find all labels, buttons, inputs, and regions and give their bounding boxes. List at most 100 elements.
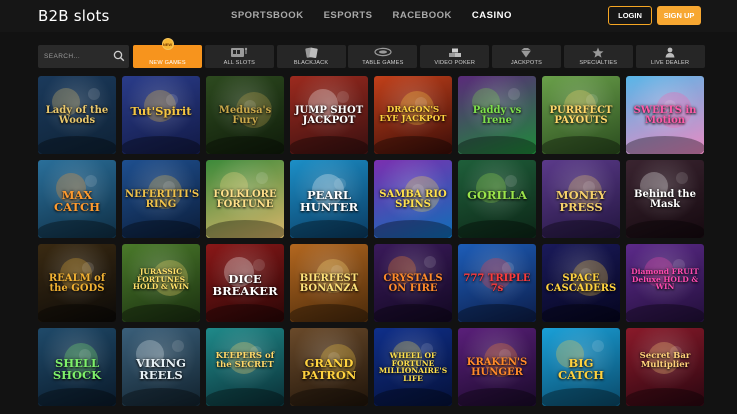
game-title: DICE BREAKER <box>212 272 278 298</box>
game-title: FOLKLORE FORTUNE <box>213 189 277 210</box>
category-label: NEW GAMES <box>149 60 186 66</box>
search-box <box>38 45 129 68</box>
category-jackpots[interactable]: JACKPOTS <box>491 45 561 68</box>
chips-icon <box>448 48 461 57</box>
game-tile[interactable]: VIKING REELS <box>122 328 200 406</box>
category-blackjack[interactable]: BLACKJACK <box>276 45 346 68</box>
game-tile[interactable]: Paddy vs Irene <box>458 76 536 154</box>
category-label: VIDEO POKER <box>434 60 476 66</box>
game-tile[interactable]: SAMBA RIO SPINS <box>374 160 452 238</box>
game-tile[interactable]: MONEY PRESS <box>542 160 620 238</box>
search-icon[interactable] <box>113 50 125 62</box>
category-label: ALL SLOTS <box>223 60 256 66</box>
game-tile[interactable]: FOLKLORE FORTUNE <box>206 160 284 238</box>
game-title: VIKING REELS <box>135 356 186 382</box>
slot-machine-icon <box>231 47 248 57</box>
game-tile[interactable]: PEARL HUNTER <box>290 160 368 238</box>
signup-button[interactable]: SIGN UP <box>657 6 701 25</box>
game-title: KRAKEN'S HUNGER <box>466 357 528 378</box>
game-tile[interactable]: PURRFECT PAYOUTS <box>542 76 620 154</box>
game-tile[interactable]: 777 TRIPLE 7s <box>458 244 536 322</box>
category-label: TABLE GAMES <box>362 60 404 66</box>
game-tile[interactable]: MAX CATCH <box>38 160 116 238</box>
game-title: REALM of the GODS <box>48 273 106 294</box>
game-title: Tut'Spirit <box>130 104 192 118</box>
game-title: PURRFECT PAYOUTS <box>549 105 613 126</box>
game-title: Paddy vs Irene <box>472 105 522 126</box>
game-tile[interactable]: KRAKEN'S HUNGER <box>458 328 536 406</box>
category-video-poker[interactable]: VIDEO POKER <box>420 45 490 68</box>
category-bar: NEW NEW GAMES ALL SLOTS BLACKJACK TABLE … <box>133 38 707 68</box>
category-label: BLACKJACK <box>293 60 329 66</box>
game-tile[interactable]: BIG CATCH <box>542 328 620 406</box>
game-title: JUMP SHOT JACKPOT <box>294 105 364 126</box>
nav-esports[interactable]: ESPORTS <box>324 10 373 21</box>
game-title: SAMBA RIO SPINS <box>379 189 447 210</box>
game-title: 777 TRIPLE 7s <box>463 273 531 294</box>
game-title: GRAND PATRON <box>301 356 357 382</box>
login-button[interactable]: LOGIN <box>608 6 652 25</box>
game-title: Diamond FRUIT Deluxe HOLD & WIN <box>631 267 699 291</box>
new-badge-icon: NEW <box>161 38 174 50</box>
game-tile[interactable]: DRAGON'S EYE JACKPOT <box>374 76 452 154</box>
category-label: JACKPOTS <box>510 60 543 66</box>
game-title: Secret Bar Multiplier <box>639 351 691 370</box>
game-tile[interactable]: Diamond FRUIT Deluxe HOLD & WIN <box>626 244 704 322</box>
game-tile[interactable]: Medusa's Fury <box>206 76 284 154</box>
category-label: SPECIALTIES <box>579 60 618 66</box>
game-title: BIG CATCH <box>557 356 605 382</box>
game-title: SWEETS in Motion <box>633 105 697 126</box>
game-tile[interactable]: Lady of the Woods <box>38 76 116 154</box>
dealer-icon <box>665 47 675 58</box>
nav-casino[interactable]: CASINO <box>472 10 512 21</box>
nav-sportsbook[interactable]: SPORTSBOOK <box>231 10 304 21</box>
site-header: B2B slots SPORTSBOOK ESPORTS RACEBOOK CA… <box>0 0 737 32</box>
game-title: DRAGON'S EYE JACKPOT <box>379 105 447 124</box>
game-title: MAX CATCH <box>53 188 101 214</box>
game-tile[interactable]: JUMP SHOT JACKPOT <box>290 76 368 154</box>
game-tile[interactable]: DICE BREAKER <box>206 244 284 322</box>
game-title: SHELL SHOCK <box>52 356 102 382</box>
game-tile[interactable]: GRAND PATRON <box>290 328 368 406</box>
game-tile[interactable]: Behind the Mask <box>626 160 704 238</box>
game-title: Lady of the Woods <box>45 105 109 126</box>
game-tile[interactable]: Tut'Spirit <box>122 76 200 154</box>
game-tile[interactable]: WHEEL OF FORTUNE MILLIONAIRE'S LIFE <box>374 328 452 406</box>
table-icon <box>374 47 392 57</box>
search-input[interactable] <box>44 51 109 62</box>
game-title: PEARL HUNTER <box>299 188 359 214</box>
game-title: JURASSIC FORTUNES HOLD & WIN <box>132 267 190 291</box>
main-nav: SPORTSBOOK ESPORTS RACEBOOK CASINO <box>231 10 532 21</box>
diamond-icon <box>521 48 532 58</box>
game-tile[interactable]: SWEETS in Motion <box>626 76 704 154</box>
nav-racebook[interactable]: RACEBOOK <box>392 10 451 21</box>
game-title: NEFERTITI'S RING <box>125 189 200 210</box>
game-tile[interactable]: Secret Bar Multiplier <box>626 328 704 406</box>
game-title: CRYSTALS ON FIRE <box>383 273 443 294</box>
category-live-dealer[interactable]: LIVE DEALER <box>635 45 705 68</box>
game-tile[interactable]: BIERFEST BONANZA <box>290 244 368 322</box>
category-specialties[interactable]: SPECIALTIES <box>563 45 633 68</box>
game-title: SPACE CASCADERS <box>545 273 617 294</box>
category-all-slots[interactable]: ALL SLOTS <box>204 45 274 68</box>
game-tile[interactable]: NEFERTITI'S RING <box>122 160 200 238</box>
game-title: WHEEL OF FORTUNE MILLIONAIRE'S LIFE <box>378 351 448 383</box>
category-table-games[interactable]: TABLE GAMES <box>348 45 418 68</box>
game-tile[interactable]: JURASSIC FORTUNES HOLD & WIN <box>122 244 200 322</box>
game-title: Medusa's Fury <box>218 105 272 126</box>
game-tile[interactable]: REALM of the GODS <box>38 244 116 322</box>
brand-logo[interactable]: B2B slots <box>38 7 110 25</box>
game-title: GORILLA <box>467 188 527 202</box>
game-title: BIERFEST BONANZA <box>299 273 359 294</box>
category-label: LIVE DEALER <box>650 60 690 66</box>
category-new-games[interactable]: NEW NEW GAMES <box>133 38 202 68</box>
game-title: Behind the Mask <box>634 189 696 210</box>
cards-icon <box>305 47 318 58</box>
game-tile[interactable]: GORILLA <box>458 160 536 238</box>
star-icon <box>592 47 604 58</box>
game-title: KEEPERS of the SECRET <box>215 351 275 370</box>
game-tile[interactable]: SHELL SHOCK <box>38 328 116 406</box>
game-tile[interactable]: CRYSTALS ON FIRE <box>374 244 452 322</box>
game-tile[interactable]: SPACE CASCADERS <box>542 244 620 322</box>
game-tile[interactable]: KEEPERS of the SECRET <box>206 328 284 406</box>
